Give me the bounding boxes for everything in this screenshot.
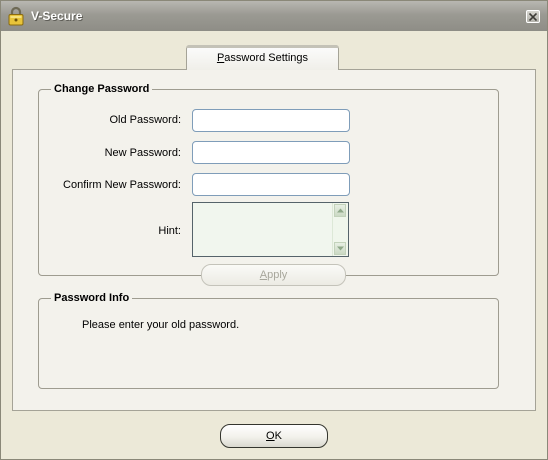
new-password-field[interactable] xyxy=(192,141,350,164)
scroll-up-button[interactable] xyxy=(334,204,346,217)
hint-field[interactable] xyxy=(192,202,349,260)
scroll-up-icon xyxy=(337,208,344,213)
close-button[interactable] xyxy=(526,10,540,23)
hint-label: Hint: xyxy=(158,225,181,237)
hint-textarea[interactable] xyxy=(193,203,337,260)
confirm-password-input[interactable] xyxy=(193,174,349,195)
password-info-message: Please enter your old password. xyxy=(82,319,240,331)
apply-label: pply xyxy=(267,269,288,281)
apply-mnemonic: A xyxy=(259,269,268,281)
old-password-label: Old Password: xyxy=(109,114,181,126)
window-title: V-Secure xyxy=(31,9,83,23)
tab-password-settings[interactable]: Password Settings xyxy=(186,45,339,70)
confirm-password-field[interactable] xyxy=(192,173,350,196)
close-icon xyxy=(529,13,537,21)
tab-label: assword Settings xyxy=(224,52,309,64)
scroll-down-button[interactable] xyxy=(334,242,346,255)
password-info-group: Password Info xyxy=(38,292,499,389)
apply-button[interactable]: Apply xyxy=(201,264,346,286)
ok-mnemonic: O xyxy=(266,430,275,442)
ok-button[interactable]: OK xyxy=(220,424,328,448)
new-password-input[interactable] xyxy=(193,142,349,163)
old-password-field[interactable] xyxy=(192,109,350,132)
confirm-password-label: Confirm New Password: xyxy=(63,179,181,191)
password-info-legend: Password Info xyxy=(54,292,130,304)
scroll-down-icon xyxy=(337,246,344,251)
window: V-Secure Password Settings Change Passwo… xyxy=(0,0,548,460)
old-password-input[interactable] xyxy=(193,110,349,131)
change-password-legend: Change Password xyxy=(54,83,150,95)
new-password-label: New Password: xyxy=(104,147,181,159)
hint-scrollbar[interactable] xyxy=(332,203,348,256)
ok-label: K xyxy=(274,430,282,442)
padlock-icon xyxy=(7,6,25,26)
title-bar[interactable]: V-Secure xyxy=(1,1,547,31)
